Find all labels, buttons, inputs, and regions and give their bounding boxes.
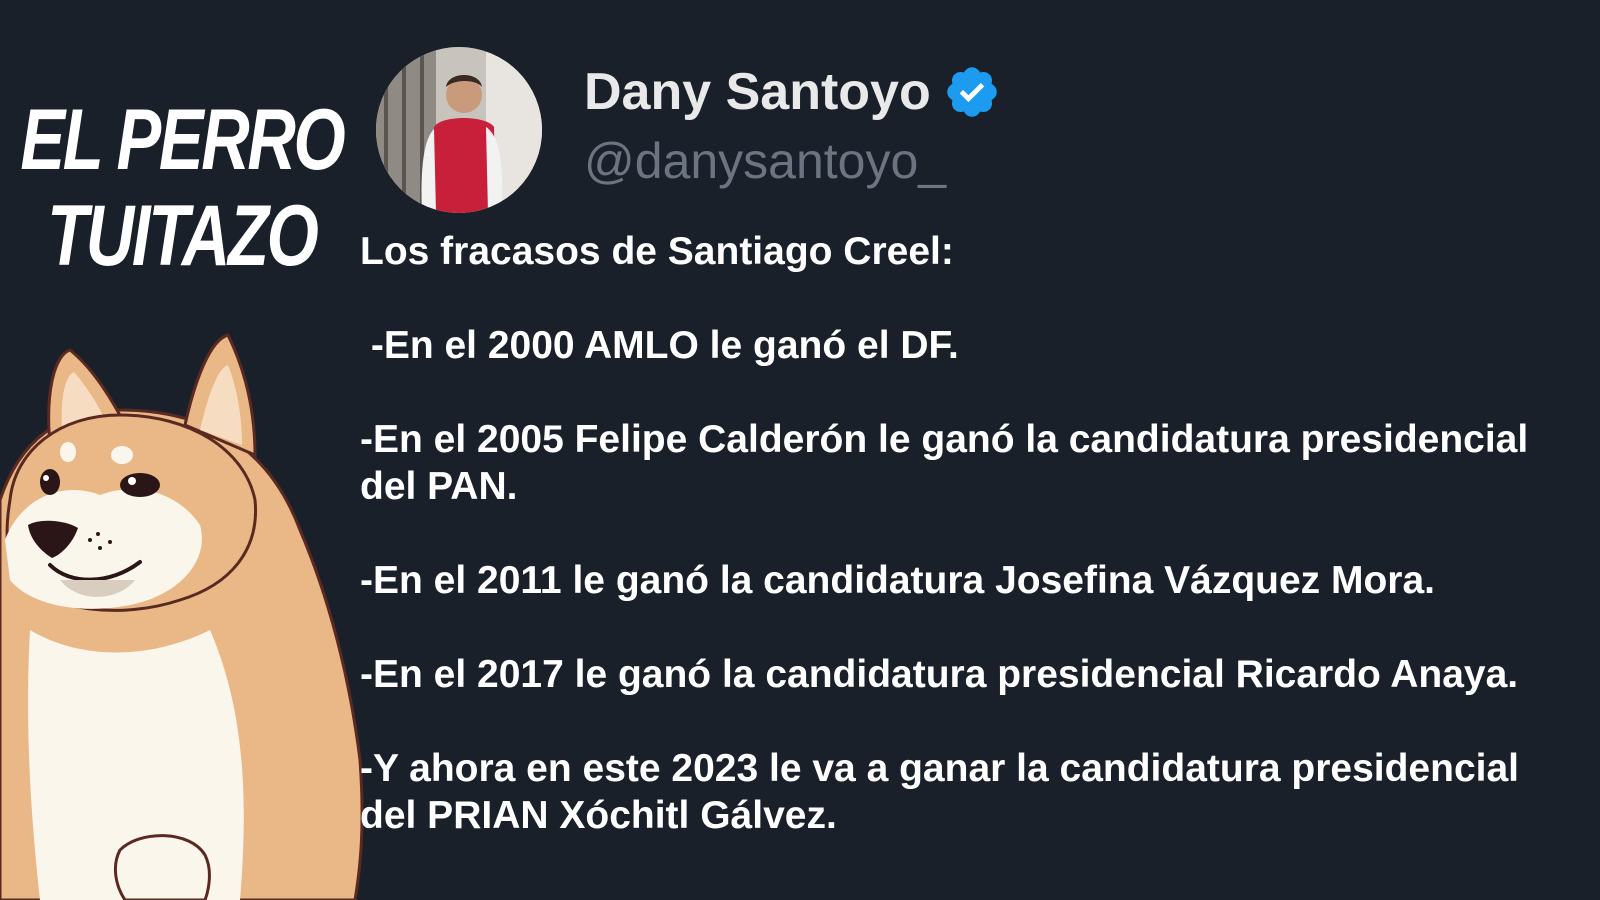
tweet-line: -En el 2017 le ganó la candidatura presi… (360, 653, 1519, 696)
brand-line-2: TUITAZO (47, 188, 319, 284)
brand-line-1: EL PERRO (20, 92, 345, 188)
tweet-line: -En el 2011 le ganó la candidatura Josef… (360, 559, 1436, 602)
display-name-row: Dany Santoyo (584, 62, 1001, 122)
tweet-line: -En el 2000 AMLO le ganó el DF. (360, 324, 959, 367)
account-handle[interactable]: @danysantoyo_ (584, 132, 946, 190)
doge-illustration (0, 333, 364, 900)
tweet-line: -En el 2005 Felipe Calderón le ganó la c… (360, 418, 1529, 508)
profile-avatar[interactable] (376, 47, 542, 213)
verified-badge-icon (946, 67, 997, 117)
tweet-line: -Y ahora en este 2023 le va a ganar la c… (360, 747, 1519, 837)
tweet-heading: Los fracasos de Santiago Creel: (360, 230, 954, 273)
brand-logo: EL PERRO TUITAZO (18, 92, 345, 284)
display-name[interactable]: Dany Santoyo (584, 62, 931, 122)
tweet-body: Los fracasos de Santiago Creel: -En el 2… (360, 228, 1580, 886)
avatar-photo (376, 47, 542, 213)
